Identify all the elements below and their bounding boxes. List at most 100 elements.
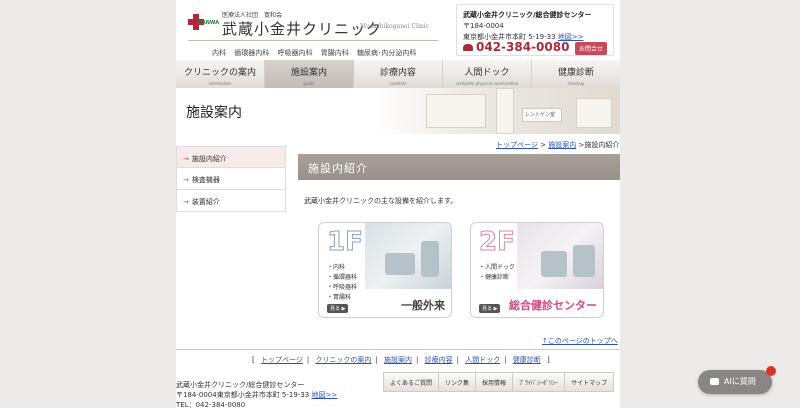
sidebar-item-facility-intro[interactable]: → 施設内紹介 [176,146,286,168]
logo-clinic-name: 武蔵小金井クリニック [222,20,383,38]
arrow-right-icon: → [183,155,189,163]
footer-divider [176,349,620,350]
department-item: 呼吸器内科 [277,49,313,57]
floor-dept-item: ・内科 [327,264,346,271]
footer-link-checkup[interactable]: 健康診断 [513,356,541,364]
floor-2f-photo [517,223,603,289]
nav-sublabel: guide [303,81,315,86]
photo-equipment [421,241,439,277]
phone-text: 042-384-0080 [476,40,570,54]
arrow-right-icon: → [183,198,189,206]
sitemap-button[interactable]: サイトマップ [564,372,615,392]
floor-card-1f[interactable]: 1F ・内科 ・循環器科 ・呼吸器科 ・胃腸科 一般外来 見る ▶ [318,222,452,318]
floor-title: 一般外来 [401,299,445,312]
footer-link-human-dock[interactable]: 人間ドック [465,356,500,364]
floor-dept-item: ・健康診断 [479,274,510,281]
breadcrumb-separator: > [540,141,546,149]
page-hero-banner: 施設案内 レントゲン室 [176,88,620,134]
recruit-button[interactable]: 採用情報 [475,372,514,392]
hero-wall-panel [426,94,486,128]
nav-item-medical-contents[interactable]: 診療内容 contents [354,60,443,88]
faq-button[interactable]: よくあるご質問 [383,372,440,392]
phone-number[interactable]: 042-384-0080 [463,40,569,54]
floor-dept-item: ・呼吸器科 [327,284,358,291]
footer-nav: [ トップページ | クリニックの案内 | 施設案内 | 診療内容 | 人間ドック | 健… [252,356,550,364]
photo-equipment [573,245,595,277]
sidebar-item-label: 検査機器 [191,176,220,184]
footer-map-link[interactable]: 地図>> [311,391,337,399]
floor-dept-item: ・循環器科 [327,274,358,281]
nav-item-checkup[interactable]: 健康診断 checkup [532,60,620,88]
floor-label: 1F [327,227,364,258]
logo-divider [188,40,438,41]
phone-icon [463,44,473,51]
floor-label: 2F [479,227,516,258]
sidebar-item-devices[interactable]: → 装置紹介 [176,190,286,212]
page-title: 施設案内 [186,105,242,121]
breadcrumb: トップページ > 施設案内 >施設内紹介 [496,140,619,150]
footer-clinic-name: 武蔵小金井クリニック/総合健診センター [176,381,305,389]
contact-box: 武蔵小金井クリニック/総合健診センター 〒184-0004 東京都小金井市本町 … [456,4,614,56]
nav-label: 施設案内 [290,68,327,78]
arrow-right-icon: → [183,176,189,184]
chat-bubble-icon [710,378,719,385]
nav-sublabel: contents [389,81,407,86]
hero-room-sign: レントゲン室 [522,108,562,122]
sidebar-item-test-equipment[interactable]: → 検査機器 [176,168,286,190]
nav-sublabel: complete physical examination [455,81,519,86]
floor-1f-photo [365,223,451,289]
floor-title: 総合健診センター [509,299,597,312]
footer-nav-bracket: ] [547,356,550,364]
hero-window [576,98,612,128]
breadcrumb-parent-link[interactable]: 施設案内 [548,141,576,149]
footer-link-clinic-info[interactable]: クリニックの案内 [315,356,371,364]
breadcrumb-home-link[interactable]: トップページ [496,141,538,149]
department-item: 糖尿病･内分泌内科 [356,49,417,57]
department-item: 胃腸内科 [320,49,349,57]
notification-dot [766,366,776,376]
nav-label: 人間ドック [464,68,510,78]
inquiry-button[interactable]: お問合せ [574,42,607,55]
breadcrumb-current: 施設内紹介 [584,141,620,149]
nav-sublabel: information [208,81,232,86]
nav-item-facility-guide[interactable]: 施設案内 guide [265,60,354,88]
footer-tel: TEL：042-384-0080 [176,401,246,408]
floor-dept-list: ・人間ドック ・健康診断 [479,263,515,283]
ai-chat-button[interactable]: AIに質問 [698,366,776,394]
nav-label: 診療内容 [379,68,416,78]
footer-link-facility[interactable]: 施設案内 [384,356,412,364]
nav-label: クリニックの案内 [183,68,256,78]
department-item: 内科 [212,49,226,57]
nav-item-human-dock[interactable]: 人間ドック complete physical examination [443,60,532,88]
footer-buttons: よくあるご質問 リンク集 採用情報 ﾌﾟﾗｲﾊﾞｼｰﾎﾟﾘｼｰ サイトマップ [383,372,615,392]
floor-card-2f[interactable]: 2F ・人間ドック ・健康診断 総合健診センター 見る ▶ [470,222,604,318]
nav-label: 健康診断 [557,68,594,78]
footer-link-top[interactable]: トップページ [261,356,303,364]
nav-sublabel: checkup [567,81,585,86]
logo-clinic-name-en: Musashikoganei Clinic [360,23,430,30]
section-intro: 武蔵小金井クリニックの主な設備を紹介します。 [304,197,458,205]
department-list: 内科 循環器内科 呼吸器内科 胃腸内科 糖尿病･内分泌内科 [212,48,422,58]
section-title: 施設内紹介 [298,154,620,180]
contact-name: 武蔵小金井クリニック/総合健診センター [463,11,592,19]
page-top-link[interactable]: ↑このページのトップへ [542,336,618,346]
ai-chat-label: AIに質問 [724,377,756,386]
footer-nav-bracket: [ [252,356,255,364]
hero-door [496,88,514,134]
footer-link-contents[interactable]: 診療内容 [425,356,453,364]
view-more-button[interactable]: 見る ▶ [479,304,501,313]
department-item: 循環器内科 [234,49,270,57]
nav-item-clinic-info[interactable]: クリニックの案内 information [176,60,265,88]
logo-kanwa-text: KANWA [198,20,220,26]
footer-address-line: 〒184-0004東京都小金井市本町 5-19-33 地図>> [176,390,337,400]
floor-dept-list: ・内科 ・循環器科 ・呼吸器科 ・胃腸科 [327,263,357,303]
contact-postal: 〒184-0004 [463,22,504,30]
privacy-policy-button[interactable]: ﾌﾟﾗｲﾊﾞｼｰﾎﾟﾘｼｰ [512,372,566,392]
global-nav: クリニックの案内 information 施設案内 guide 診療内容 con… [176,60,620,88]
footer-address-text: 〒184-0004東京都小金井市本町 5-19-33 [176,391,310,399]
links-button[interactable]: リンク集 [438,372,477,392]
floor-dept-item: ・人間ドック [479,264,516,271]
photo-equipment [385,253,415,275]
view-more-button[interactable]: 見る ▶ [327,304,349,313]
footer-address: 武蔵小金井クリニック/総合健診センター 〒184-0004東京都小金井市本町 5… [176,380,337,408]
